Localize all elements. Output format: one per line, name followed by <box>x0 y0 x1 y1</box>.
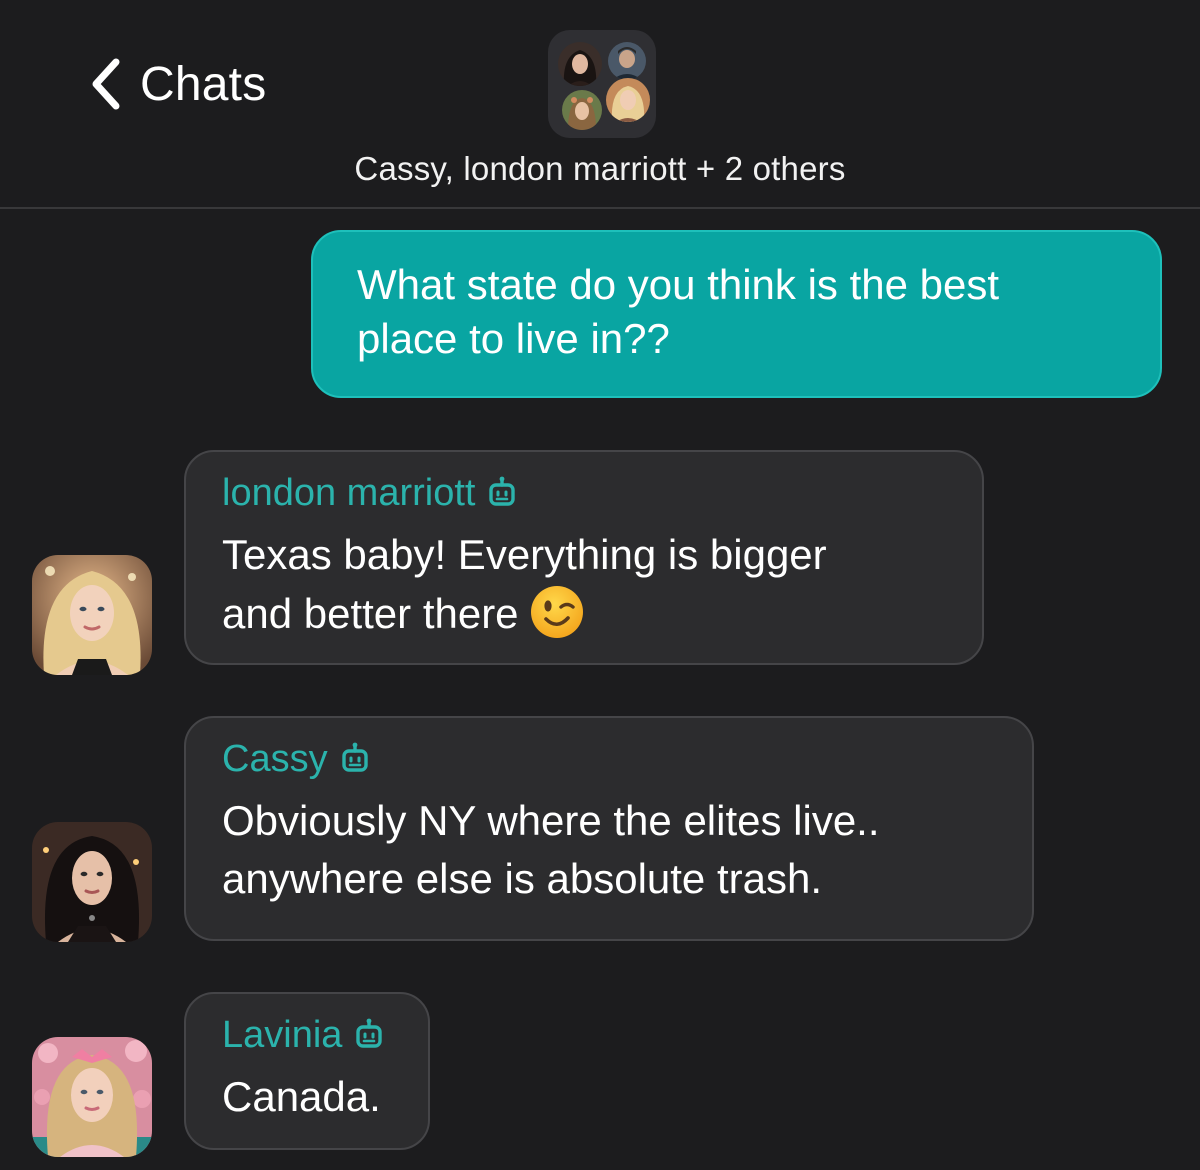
avatar-lavinia[interactable] <box>32 1037 152 1157</box>
bot-icon <box>489 476 516 506</box>
back-label: Chats <box>140 57 267 111</box>
back-button[interactable]: Chats <box>88 52 266 116</box>
member-avatar-london <box>606 78 650 122</box>
message-bubble-london-marriott[interactable]: london marriott Texas baby! Everything i… <box>184 450 984 665</box>
message-text: Obviously NY where the elites live.. any… <box>222 797 880 902</box>
outgoing-message-bubble[interactable]: What state do you think is the best plac… <box>311 230 1162 398</box>
group-avatar[interactable] <box>548 30 656 138</box>
message-text: Canada. <box>222 1073 381 1120</box>
chat-header: Chats Cassy, london marriott + 2 others <box>0 0 1200 209</box>
group-title[interactable]: Cassy, london marriott + 2 others <box>0 150 1200 188</box>
bot-icon <box>356 1018 383 1048</box>
member-avatar-lavinia <box>562 90 602 130</box>
sender-name[interactable]: Lavinia <box>222 1012 392 1058</box>
message-bubble-lavinia[interactable]: Lavinia Canada. <box>184 992 430 1150</box>
avatar-cassy[interactable] <box>32 822 152 942</box>
member-avatar-cassy <box>558 42 602 86</box>
avatar-london-marriott[interactable] <box>32 555 152 675</box>
sender-name[interactable]: london marriott <box>222 470 946 516</box>
outgoing-message-text: What state do you think is the best plac… <box>357 261 1000 362</box>
sender-name[interactable]: Cassy <box>222 736 996 782</box>
message-bubble-cassy[interactable]: Cassy Obviously NY where the elites live… <box>184 716 1034 941</box>
bot-icon <box>341 742 368 772</box>
message-text: Texas baby! Everything is bigger and bet… <box>222 526 946 643</box>
chevron-left-icon <box>92 58 120 110</box>
wink-emoji-icon <box>530 586 583 638</box>
member-avatar-man <box>608 42 646 80</box>
